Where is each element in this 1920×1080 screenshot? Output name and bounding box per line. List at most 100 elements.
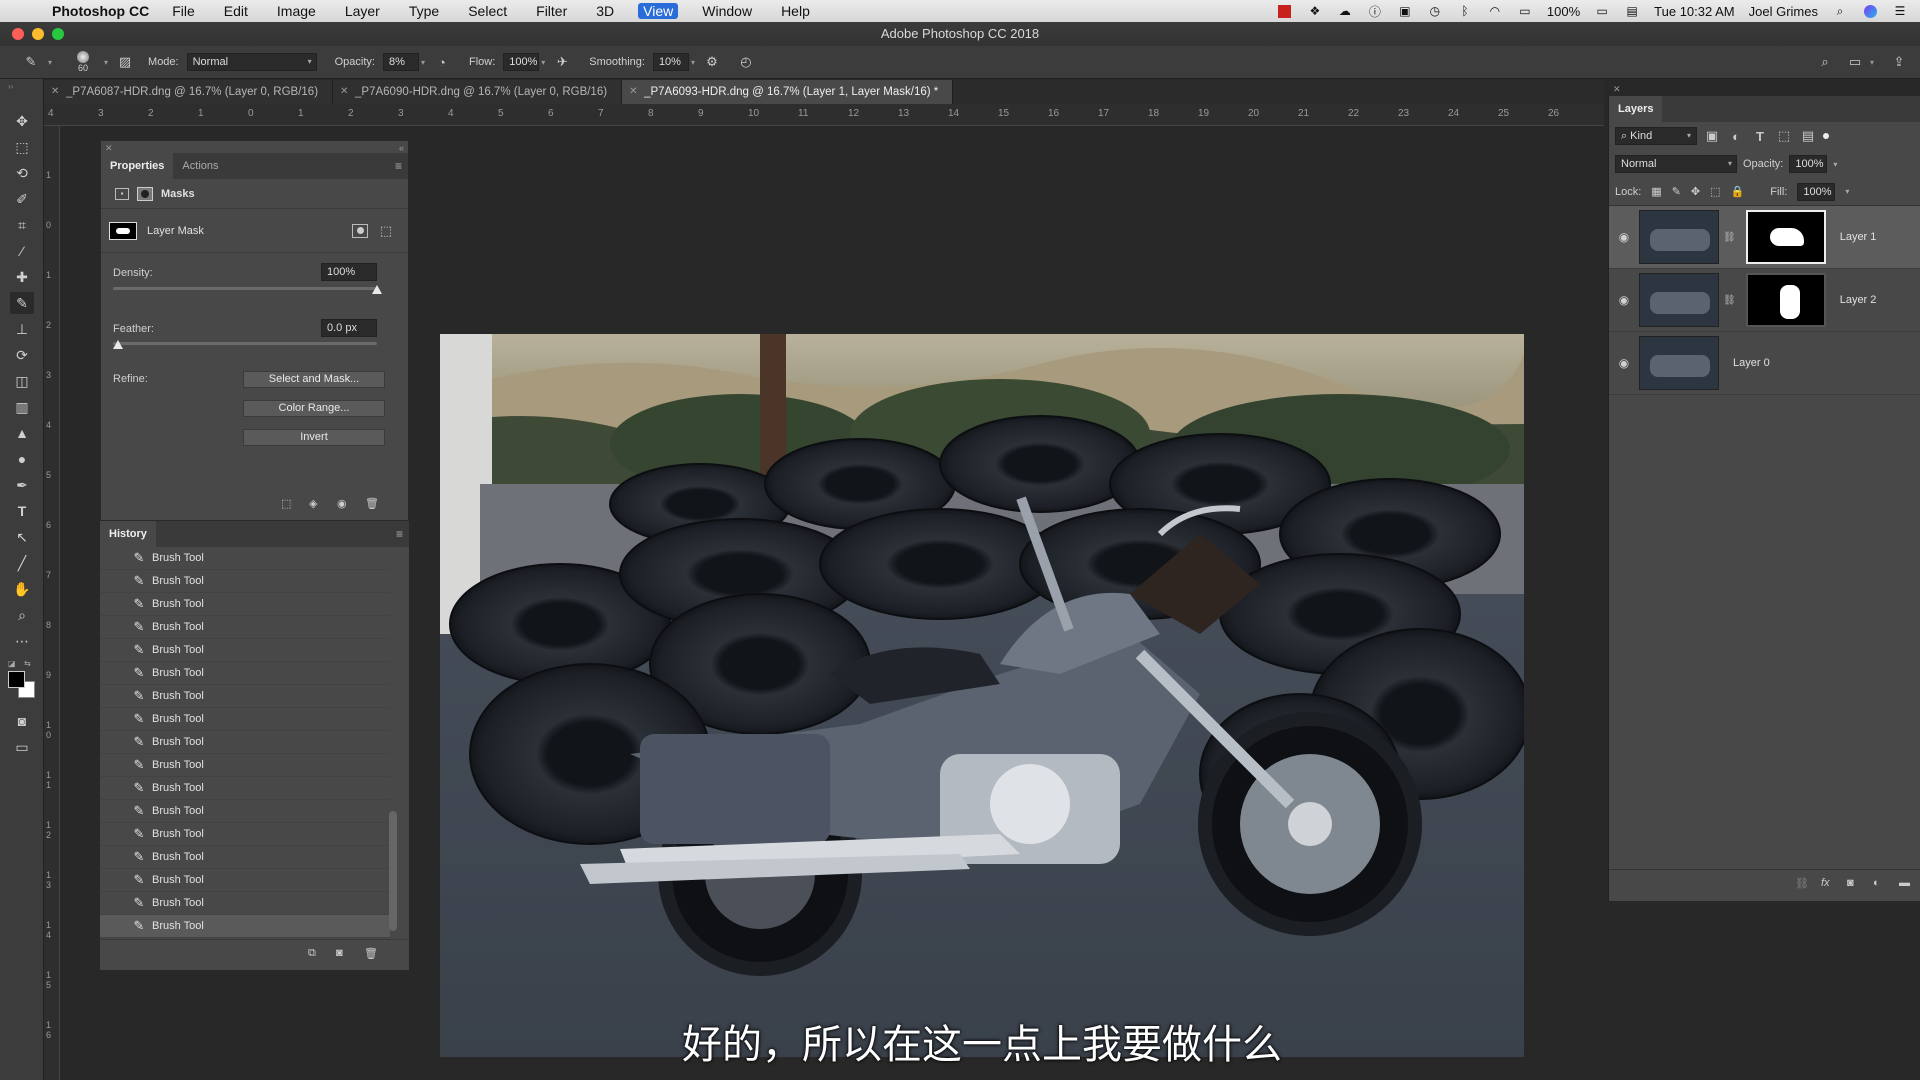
brush-size-picker[interactable]: 60 — [70, 51, 96, 73]
visibility-eye-icon[interactable]: ◉ — [1609, 293, 1639, 307]
line-tool-icon[interactable]: ╱ — [10, 552, 34, 574]
layer-mask-thumbnail[interactable] — [1745, 210, 1826, 264]
menu-image[interactable]: Image — [272, 3, 321, 19]
tab-document-1[interactable]: ✕ _P7A6087-HDR.dng @ 16.7% (Layer 0, RGB/… — [44, 80, 334, 104]
history-scrollbar[interactable] — [389, 811, 397, 931]
tab-document-3[interactable]: ✕ _P7A6093-HDR.dng @ 16.7% (Layer 1, Laye… — [622, 80, 954, 104]
smoothing-field[interactable]: 10% — [652, 53, 689, 71]
mask-link-icon[interactable]: ⛓ — [1723, 295, 1736, 306]
swap-colors-icon[interactable]: ⇆ — [24, 659, 31, 668]
eyedropper-tool-icon[interactable]: ⁄ — [10, 240, 34, 262]
tab-document-2[interactable]: ✕ _P7A6090-HDR.dng @ 16.7% (Layer 0, RGB/… — [333, 80, 623, 104]
visibility-eye-icon[interactable]: ◉ — [1609, 356, 1639, 370]
load-selection-icon[interactable]: ⬚ — [281, 497, 291, 510]
layer-thumbnail[interactable] — [1639, 336, 1719, 390]
dodge-tool-icon[interactable]: ● — [10, 448, 34, 470]
fill-chevron-icon[interactable]: ▾ — [1845, 187, 1849, 196]
clock[interactable]: Tue 10:32 AM — [1654, 4, 1734, 19]
filter-type-icon[interactable]: T — [1751, 127, 1769, 145]
flow-field[interactable]: 100% — [503, 53, 540, 71]
gradient-tool-icon[interactable]: ▥ — [10, 396, 34, 418]
history-item[interactable]: ✎ Brush Tool — [100, 754, 390, 777]
info-icon[interactable]: ⓘ — [1367, 4, 1383, 19]
airplay-icon[interactable]: ▭ — [1517, 4, 1533, 18]
history-item[interactable]: ✎ Brush Tool — [100, 616, 390, 639]
link-layers-icon[interactable]: ⛓ — [1795, 877, 1809, 890]
history-item[interactable]: ✎ Brush Tool — [100, 869, 390, 892]
history-item[interactable]: ✎ Brush Tool — [100, 731, 390, 754]
wifi-icon[interactable]: ◠ — [1487, 4, 1503, 18]
brush-tool-preset-icon[interactable]: ✎ — [22, 53, 40, 71]
hand-tool-icon[interactable]: ✋ — [10, 578, 34, 600]
screen-mode-icon[interactable]: ▭ — [10, 736, 34, 758]
history-item[interactable]: ✎ Brush Tool — [100, 547, 390, 570]
filter-smart-object-icon[interactable]: ▤ — [1799, 127, 1817, 145]
user-name[interactable]: Joel Grimes — [1749, 4, 1818, 19]
smoothing-options-gear-icon[interactable]: ⚙ — [703, 53, 721, 71]
clone-stamp-tool-icon[interactable]: ⊥ — [10, 318, 34, 340]
select-and-mask-button[interactable]: Select and Mask... — [243, 371, 385, 388]
tab-layers[interactable]: Layers — [1609, 96, 1663, 122]
siri-icon[interactable] — [1862, 4, 1878, 18]
history-brush-tool-icon[interactable]: ⟳ — [10, 344, 34, 366]
layer-row[interactable]: ◉ ⛓ Layer 2 — [1609, 269, 1920, 332]
layer-opacity-chevron-icon[interactable]: ▾ — [1833, 160, 1837, 169]
fill-field[interactable]: 100% — [1797, 182, 1836, 201]
history-item[interactable]: ✎ Brush Tool — [100, 777, 390, 800]
blur-tool-icon[interactable]: ▲ — [10, 422, 34, 444]
opacity-chevron-icon[interactable]: ▾ — [421, 58, 425, 67]
quick-selection-tool-icon[interactable]: ✐ — [10, 188, 34, 210]
document-canvas-photo[interactable] — [440, 334, 1524, 1057]
layer-opacity-field[interactable]: 100% — [1789, 155, 1828, 173]
notification-center-icon[interactable]: ☰ — [1892, 4, 1908, 18]
pen-tool-icon[interactable]: ✒ — [10, 474, 34, 496]
filter-toggle-icon[interactable] — [1823, 133, 1829, 139]
zoom-window-button[interactable] — [52, 28, 64, 40]
lock-artboard-icon[interactable]: ⬚ — [1710, 185, 1720, 198]
pixel-mask-icon[interactable]: ▪ — [115, 187, 129, 200]
layer-name[interactable]: Layer 0 — [1733, 357, 1770, 369]
menu-file[interactable]: File — [167, 3, 200, 19]
zoom-tool-icon[interactable]: ⌕ — [10, 604, 34, 626]
new-document-from-state-icon[interactable]: ⧉ — [308, 947, 316, 960]
menu-3d[interactable]: 3D — [591, 3, 619, 19]
lock-pixels-brush-icon[interactable]: ✎ — [1672, 185, 1681, 198]
menu-window[interactable]: Window — [697, 3, 757, 19]
panel-collapse-icon[interactable]: « — [399, 143, 404, 153]
preset-dropdown-chevron-icon[interactable]: ▾ — [48, 58, 52, 67]
battery-icon[interactable]: ▭ — [1594, 4, 1610, 18]
horizontal-ruler[interactable]: 4 3 2 1 0 1 2 3 4 5 6 7 8 9 10 11 12 13 14 15 16 17 18 19 20 21 22… — [44, 104, 1604, 126]
tab-properties[interactable]: Properties — [101, 153, 174, 179]
marquee-tool-icon[interactable]: ⬚ — [10, 136, 34, 158]
lock-position-icon[interactable]: ✥ — [1691, 185, 1700, 198]
layers-close-icon[interactable]: ✕ — [1613, 84, 1621, 95]
brush-tool-icon[interactable]: ✎ — [10, 292, 34, 314]
delete-state-trash-icon[interactable]: 🗑 — [364, 947, 378, 960]
history-item[interactable]: ✎ Brush Tool — [100, 800, 390, 823]
feather-slider-thumb[interactable] — [113, 340, 123, 349]
workspace-icon[interactable]: ▭ — [1846, 53, 1864, 71]
history-item[interactable]: ✎ Brush Tool — [100, 823, 390, 846]
history-item[interactable]: ✎ Brush Tool — [100, 639, 390, 662]
tab-actions[interactable]: Actions — [173, 153, 227, 179]
tab-close-icon[interactable]: ✕ — [340, 80, 348, 104]
density-slider-thumb[interactable] — [372, 285, 382, 294]
layer-mask-thumbnail[interactable] — [109, 221, 137, 240]
layer-effects-fx-icon[interactable]: fx — [1821, 877, 1830, 889]
history-menu-icon[interactable]: ≡ — [396, 527, 403, 541]
history-item[interactable]: ✎ Brush Tool — [100, 662, 390, 685]
menu-select[interactable]: Select — [463, 3, 512, 19]
panel-menu-icon[interactable]: ≡ — [395, 159, 402, 173]
layer-row[interactable]: ◉ Layer 0 — [1609, 332, 1920, 395]
lock-all-icon[interactable]: 🔒 — [1731, 185, 1745, 198]
path-selection-tool-icon[interactable]: ↖ — [10, 526, 34, 548]
minimize-window-button[interactable] — [32, 28, 44, 40]
filter-adjustment-icon[interactable]: ◐ — [1727, 127, 1745, 145]
pressure-opacity-icon[interactable]: ◔ — [433, 53, 451, 71]
opacity-field[interactable]: 8% — [382, 53, 419, 71]
layer-name[interactable]: Layer 1 — [1840, 231, 1877, 243]
eraser-tool-icon[interactable]: ◫ — [10, 370, 34, 392]
snapshot-camera-icon[interactable]: ◙ — [336, 947, 343, 959]
workspace-chevron-icon[interactable]: ▾ — [1870, 58, 1874, 67]
layer-thumbnail[interactable] — [1639, 210, 1719, 264]
